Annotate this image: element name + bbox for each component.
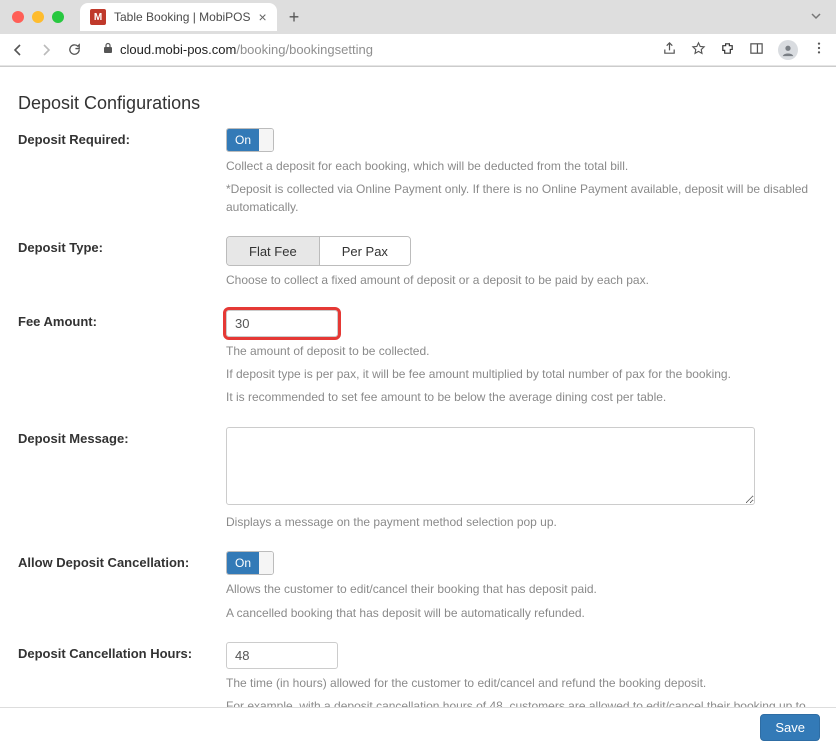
forward-button[interactable] <box>38 42 54 58</box>
toggle-allow-cancellation[interactable]: On <box>226 551 274 575</box>
tab-title: Table Booking | MobiPOS <box>114 10 251 24</box>
row-deposit-type: Deposit Type: Flat Fee Per Pax Choose to… <box>18 236 818 289</box>
menu-icon[interactable] <box>812 41 826 58</box>
save-button[interactable]: Save <box>760 714 820 741</box>
url-path: /booking/bookingsetting <box>236 42 373 57</box>
label-deposit-required: Deposit Required: <box>18 128 226 147</box>
share-icon[interactable] <box>662 41 677 59</box>
input-fee-amount[interactable] <box>226 310 338 337</box>
hint-text: If deposit type is per pax, it will be f… <box>226 366 818 383</box>
profile-avatar-icon[interactable] <box>778 40 798 60</box>
row-fee-amount: Fee Amount: The amount of deposit to be … <box>18 310 818 407</box>
lock-icon <box>102 42 114 57</box>
toggle-state: On <box>227 129 259 151</box>
textarea-deposit-message[interactable] <box>226 427 755 505</box>
browser-chrome: M Table Booking | MobiPOS × + cloud.mobi… <box>0 0 836 67</box>
row-cancellation-hours: Deposit Cancellation Hours: The time (in… <box>18 642 818 708</box>
toolbar-actions <box>662 40 826 60</box>
new-tab-button[interactable]: + <box>285 7 304 28</box>
input-cancellation-hours[interactable] <box>226 642 338 669</box>
window-minimize-icon[interactable] <box>32 11 44 23</box>
hint-text: The time (in hours) allowed for the cust… <box>226 675 818 692</box>
toggle-state: On <box>227 552 259 574</box>
reload-button[interactable] <box>66 42 82 57</box>
tab-strip: M Table Booking | MobiPOS × + <box>0 0 836 34</box>
segmented-deposit-type: Flat Fee Per Pax <box>226 236 411 266</box>
seg-per-pax[interactable]: Per Pax <box>319 237 410 265</box>
address-bar[interactable]: cloud.mobi-pos.com/booking/bookingsettin… <box>94 42 650 57</box>
hint-text: Displays a message on the payment method… <box>226 514 818 531</box>
hint-text: Choose to collect a fixed amount of depo… <box>226 272 818 289</box>
bookmark-icon[interactable] <box>691 41 706 59</box>
page-content: Deposit Configurations Deposit Required:… <box>0 67 836 708</box>
extensions-icon[interactable] <box>720 41 735 59</box>
toggle-knob-icon <box>259 129 273 151</box>
url-host: cloud.mobi-pos.com <box>120 42 236 57</box>
back-button[interactable] <box>10 42 26 58</box>
hint-text: *Deposit is collected via Online Payment… <box>226 181 818 216</box>
hint-text: Allows the customer to edit/cancel their… <box>226 581 818 598</box>
footer-bar: Save <box>0 707 836 747</box>
browser-tab[interactable]: M Table Booking | MobiPOS × <box>80 3 277 31</box>
hint-text: The amount of deposit to be collected. <box>226 343 818 360</box>
window-controls <box>8 11 72 23</box>
hint-text: It is recommended to set fee amount to b… <box>226 389 818 406</box>
toggle-knob-icon <box>259 552 273 574</box>
hint-text: A cancelled booking that has deposit wil… <box>226 605 818 622</box>
section-deposit-config-title: Deposit Configurations <box>18 93 818 114</box>
window-zoom-icon[interactable] <box>52 11 64 23</box>
tab-close-icon[interactable]: × <box>259 9 267 25</box>
favicon-icon: M <box>90 9 106 25</box>
seg-flat-fee[interactable]: Flat Fee <box>227 237 319 265</box>
row-deposit-required: Deposit Required: On Collect a deposit f… <box>18 128 818 216</box>
label-fee-amount: Fee Amount: <box>18 310 226 329</box>
label-deposit-message: Deposit Message: <box>18 427 226 446</box>
label-cancellation-hours: Deposit Cancellation Hours: <box>18 642 226 661</box>
window-close-icon[interactable] <box>12 11 24 23</box>
panel-icon[interactable] <box>749 41 764 59</box>
row-deposit-message: Deposit Message: Displays a message on t… <box>18 427 818 531</box>
label-deposit-type: Deposit Type: <box>18 236 226 255</box>
row-allow-cancellation: Allow Deposit Cancellation: On Allows th… <box>18 551 818 622</box>
hint-text: Collect a deposit for each booking, whic… <box>226 158 818 175</box>
toggle-deposit-required[interactable]: On <box>226 128 274 152</box>
browser-toolbar: cloud.mobi-pos.com/booking/bookingsettin… <box>0 34 836 66</box>
tab-overflow-icon[interactable] <box>810 10 828 25</box>
label-allow-cancellation: Allow Deposit Cancellation: <box>18 551 226 570</box>
